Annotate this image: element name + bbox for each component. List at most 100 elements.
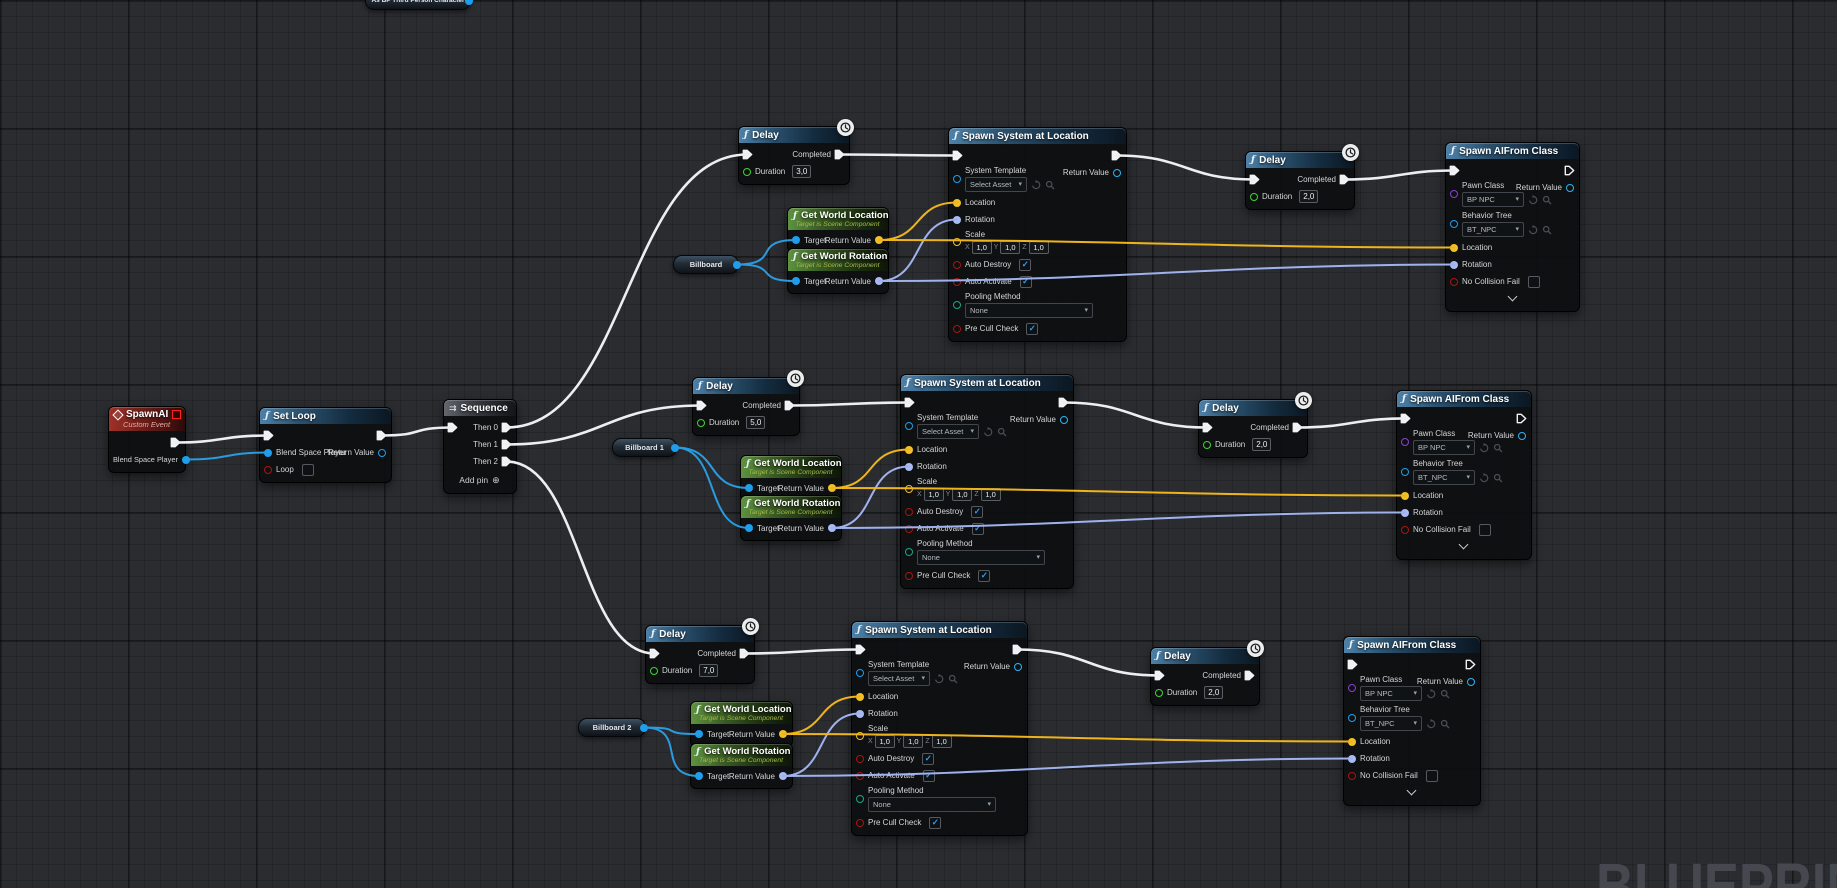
rotation-pin[interactable]	[1401, 509, 1409, 517]
node-gwl3[interactable]: ƒGet World LocationTarget is Scene Compo…	[690, 701, 793, 747]
value-pin[interactable]	[905, 572, 913, 580]
node-header[interactable]: ƒSpawn AIFrom Class	[1397, 391, 1531, 407]
value-pin[interactable]	[953, 301, 961, 309]
dropdown-select[interactable]: Select Asset▾	[917, 424, 979, 439]
axis-value-input[interactable]: 1,0	[932, 735, 952, 748]
node-seq[interactable]: ⇉SequenceThen 0Then 1Then 2Add pin⊕	[443, 399, 517, 494]
ret-pin[interactable]	[779, 772, 787, 780]
variable-pill-bb0[interactable]: Billboard	[673, 255, 739, 274]
checkbox[interactable]: ✓	[978, 570, 990, 582]
wire-blue[interactable]	[186, 453, 268, 460]
axis-value-input[interactable]: 1,0	[1029, 241, 1049, 254]
node-ss2[interactable]: ƒSpawn System at LocationSystem Template…	[900, 374, 1074, 589]
browse-asset-icon[interactable]	[1479, 443, 1489, 453]
number-input[interactable]: 2,0	[1299, 190, 1318, 203]
location-pin[interactable]	[953, 199, 961, 207]
completed-pin[interactable]	[739, 648, 750, 659]
checkbox[interactable]	[1479, 524, 1491, 536]
dropdown-select[interactable]: Select Asset▾	[868, 671, 930, 686]
out-pin[interactable]	[640, 724, 648, 732]
node-header[interactable]: ⇉Sequence	[444, 400, 516, 416]
bsp-pin[interactable]	[182, 456, 190, 464]
value-pin[interactable]	[905, 422, 913, 430]
browse-asset-icon[interactable]	[983, 427, 993, 437]
checkbox[interactable]: ✓	[922, 753, 934, 765]
node-header[interactable]: ƒSpawn System at Location	[949, 128, 1126, 144]
exec_out-pin[interactable]	[1564, 165, 1575, 176]
ret-pin[interactable]	[1518, 432, 1526, 440]
ret-pin[interactable]	[779, 730, 787, 738]
value-pin[interactable]	[1401, 438, 1409, 446]
wire-exec[interactable]	[840, 155, 958, 156]
number-input[interactable]: 5,0	[746, 416, 765, 429]
wire-yellow[interactable]	[783, 697, 860, 735]
node-sac1[interactable]: ƒSpawn AIFrom ClassPawn ClassBP NPC▾Retu…	[1445, 142, 1580, 312]
node-gwr3[interactable]: ƒGet World RotationTarget is Scene Compo…	[690, 743, 793, 789]
ret-pin[interactable]	[378, 449, 386, 457]
value-pin[interactable]	[650, 667, 658, 675]
wire-exec[interactable]	[745, 650, 861, 654]
value-pin[interactable]	[905, 525, 913, 533]
search-asset-icon[interactable]	[997, 427, 1007, 437]
target-pin[interactable]	[745, 524, 753, 532]
location-pin[interactable]	[1450, 244, 1458, 252]
browse-asset-icon[interactable]	[1031, 180, 1041, 190]
rotation-pin[interactable]	[1348, 755, 1356, 763]
ret-pin[interactable]	[1467, 678, 1475, 686]
location-pin[interactable]	[856, 693, 864, 701]
target-pin[interactable]	[792, 277, 800, 285]
node-header[interactable]: ƒDelay	[1199, 400, 1307, 416]
search-asset-icon[interactable]	[1542, 225, 1552, 235]
value-pin[interactable]	[953, 261, 961, 269]
value-pin[interactable]	[905, 508, 913, 516]
node-setloop[interactable]: ƒSet LoopBlend Space PlayerReturn ValueL…	[259, 407, 392, 483]
number-input[interactable]: 7,0	[699, 664, 718, 677]
value-pin[interactable]	[697, 419, 705, 427]
node-header[interactable]: ƒGet World RotationTarget is Scene Compo…	[691, 744, 792, 766]
rotation-pin[interactable]	[1450, 261, 1458, 269]
node-header[interactable]: ƒDelay	[1246, 152, 1354, 168]
target-pin[interactable]	[792, 236, 800, 244]
checkbox[interactable]: ✓	[923, 770, 935, 782]
node-header[interactable]: ƒSpawn AIFrom Class	[1344, 637, 1480, 653]
node-gwr2[interactable]: ƒGet World RotationTarget is Scene Compo…	[740, 495, 842, 541]
location-pin[interactable]	[1401, 492, 1409, 500]
then0-pin[interactable]	[501, 422, 512, 433]
completed-pin[interactable]	[1292, 422, 1303, 433]
completed-pin[interactable]	[834, 149, 845, 160]
ret-pin[interactable]	[875, 236, 883, 244]
wire-yellow[interactable]	[879, 203, 957, 241]
number-input[interactable]: 2,0	[1252, 438, 1271, 451]
value-pin[interactable]	[953, 325, 961, 333]
value-pin[interactable]	[856, 795, 864, 803]
axis-value-input[interactable]: 1,0	[924, 488, 944, 501]
dropdown-select[interactable]: BT_NPC▾	[1462, 222, 1524, 237]
checkbox[interactable]: ✓	[1019, 259, 1031, 271]
exec_out-pin[interactable]	[170, 437, 181, 448]
dropdown-select[interactable]: BT_NPC▾	[1360, 716, 1422, 731]
value-pin[interactable]	[1203, 441, 1211, 449]
exec_in-pin[interactable]	[1400, 413, 1411, 424]
exec_in-pin[interactable]	[696, 400, 707, 411]
ret-pin[interactable]	[828, 524, 836, 532]
node-spawnai[interactable]: SpawnAICustom EventBlend Space Player	[108, 406, 186, 473]
node-header[interactable]: ƒSet Loop	[260, 408, 391, 424]
checkbox[interactable]: ✓	[929, 817, 941, 829]
node-ss3[interactable]: ƒSpawn System at LocationSystem Template…	[851, 621, 1028, 836]
dropdown-select[interactable]: None▾	[868, 797, 996, 812]
graph-canvas[interactable]: BLUEPRINT As BP Third Person CharacterSp…	[0, 0, 1837, 888]
exec_out-pin[interactable]	[1465, 659, 1476, 670]
out-pin[interactable]	[465, 0, 473, 5]
value-pin[interactable]	[1348, 684, 1356, 692]
node-header[interactable]: ƒGet World RotationTarget is Scene Compo…	[741, 496, 841, 518]
node-header[interactable]: ƒGet World LocationTarget is Scene Compo…	[788, 208, 888, 230]
dropdown-select[interactable]: BT_NPC▾	[1413, 470, 1475, 485]
then1-pin[interactable]	[501, 439, 512, 450]
checkbox[interactable]	[1528, 276, 1540, 288]
value-pin[interactable]	[1348, 714, 1356, 722]
then2-pin[interactable]	[501, 456, 512, 467]
ret-pin[interactable]	[1113, 169, 1121, 177]
node-delay3[interactable]: ƒDelayCompletedDuration5,0	[692, 377, 800, 436]
loop-pin[interactable]	[264, 466, 272, 474]
exec_in-pin[interactable]	[1249, 174, 1260, 185]
